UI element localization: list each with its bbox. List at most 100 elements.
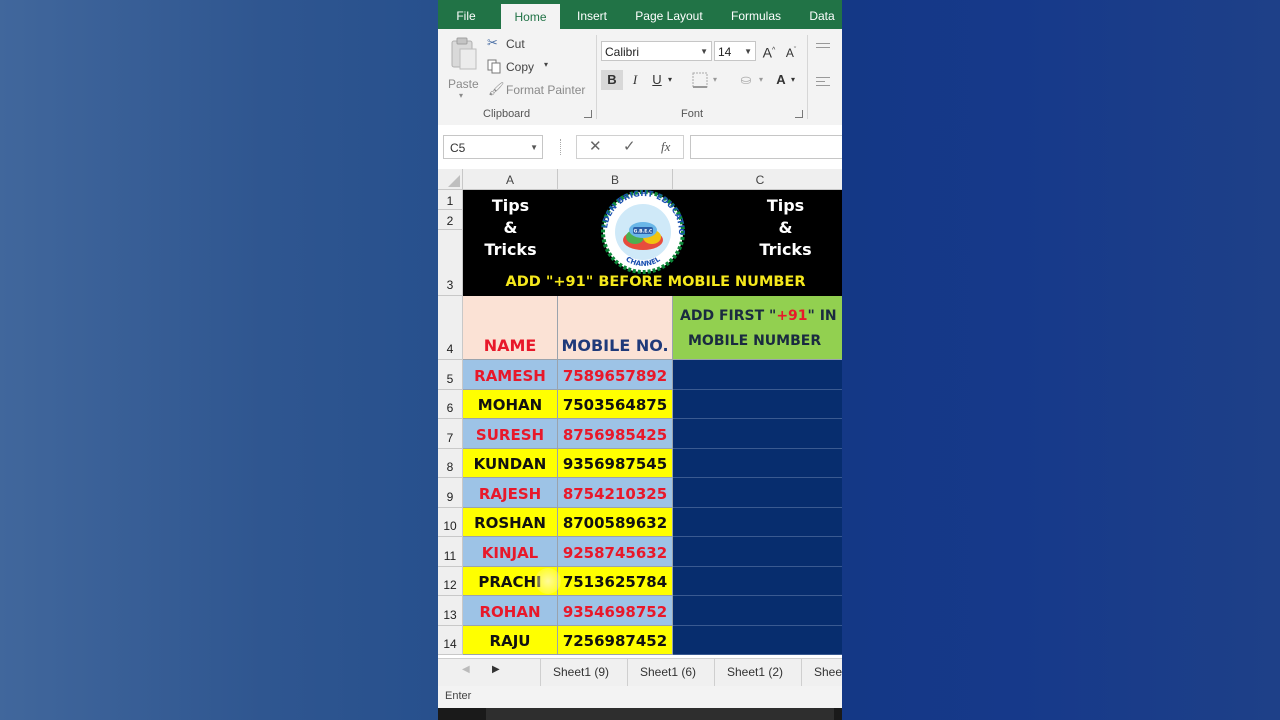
row-header[interactable]: 14 (438, 626, 463, 655)
header-add-first[interactable]: ADD FIRST "+91" IN MOBILE NUMBER (673, 296, 842, 360)
name-cell[interactable]: SURESH (463, 419, 558, 449)
tab-formulas[interactable]: Formulas (726, 0, 786, 29)
mobile-cell[interactable]: 9258745632 (558, 537, 673, 567)
underline-dropdown-icon[interactable]: ▾ (665, 70, 675, 90)
mobile-cell[interactable]: 7503564875 (558, 390, 673, 419)
format-painter-button[interactable]: 🖌 Format Painter (487, 81, 592, 99)
column-header-a[interactable]: A (463, 169, 558, 190)
result-cell[interactable] (673, 390, 842, 419)
tricks-text: Tricks (484, 240, 537, 259)
name-cell[interactable]: ROHAN (463, 596, 558, 626)
align-top-icon[interactable] (816, 43, 830, 48)
mobile-cell[interactable]: 7513625784 (558, 567, 673, 596)
mobile-cell[interactable]: 7589657892 (558, 360, 673, 390)
row-header[interactable]: 1 (438, 190, 463, 210)
header-mobile[interactable]: MOBILE NO. (558, 296, 673, 360)
worksheet-grid: A B C 1 2 3 4 5 6 7 8 9 10 11 12 13 14 Tips & Tri… (438, 169, 842, 658)
italic-button[interactable]: I (626, 70, 644, 90)
tab-home[interactable]: Home (501, 4, 560, 29)
row-header[interactable]: 6 (438, 390, 463, 419)
result-cell[interactable] (673, 508, 842, 537)
borders-button[interactable] (690, 70, 710, 90)
column-header-c[interactable]: C (673, 169, 842, 190)
column-header-b[interactable]: B (558, 169, 673, 190)
align-left-icon[interactable] (816, 77, 830, 86)
paintbrush-icon: 🖌 (488, 81, 505, 96)
row-header[interactable]: 9 (438, 478, 463, 508)
sheet-tab[interactable]: Sheet1 (6) (627, 659, 708, 686)
channel-logo: G.B.E.C GOLDEN BRIGHT EDUCATION CHANNEL (593, 190, 686, 274)
row-header[interactable]: 11 (438, 537, 463, 567)
select-all-triangle-icon (448, 175, 460, 187)
name-cell[interactable]: RAMESH (463, 360, 558, 390)
header-name[interactable]: NAME (463, 296, 558, 360)
scroll-left-icon[interactable]: ◀ (462, 664, 470, 675)
fill-color-dropdown-icon[interactable]: ▾ (756, 70, 766, 90)
paste-button[interactable]: Paste ▾ (446, 35, 480, 100)
underline-button[interactable]: U (648, 70, 666, 90)
select-all-corner[interactable] (438, 169, 463, 190)
result-cell[interactable] (673, 449, 842, 478)
formula-bar-splitter[interactable] (560, 139, 563, 155)
increase-font-size-icon[interactable]: A^ (760, 41, 778, 61)
tab-insert[interactable]: Insert (572, 0, 612, 29)
row-header[interactable]: 2 (438, 210, 463, 230)
row-header[interactable]: 12 (438, 567, 463, 596)
enter-check-icon[interactable]: ✓ (623, 137, 636, 155)
ampersand-text: & (778, 218, 793, 237)
mobile-cell[interactable]: 8754210325 (558, 478, 673, 508)
background-right (842, 0, 1280, 720)
decrease-font-size-icon[interactable]: Aˇ (782, 41, 800, 61)
sheet-tab[interactable]: Sheet1 (2) (714, 659, 795, 686)
paste-dropdown-icon: ▾ (459, 91, 464, 100)
ampersand-text: & (503, 218, 518, 237)
mobile-cell[interactable]: 8700589632 (558, 508, 673, 537)
result-cell[interactable] (673, 567, 842, 596)
result-cell[interactable] (673, 596, 842, 626)
insert-function-icon[interactable]: fx (661, 139, 670, 155)
sheet-tab[interactable]: Sheet1 (9) (540, 659, 621, 686)
mobile-cell[interactable]: 8756985425 (558, 419, 673, 449)
row-header[interactable]: 10 (438, 508, 463, 537)
copy-button[interactable]: Copy ▾ (487, 58, 557, 76)
result-cell[interactable] (673, 419, 842, 449)
scroll-right-icon[interactable]: ▶ (492, 664, 500, 675)
borders-dropdown-icon[interactable]: ▾ (710, 70, 720, 90)
tab-data[interactable]: Data (806, 0, 838, 29)
result-cell[interactable] (673, 537, 842, 567)
font-dialog-launcher-icon[interactable] (795, 110, 803, 118)
cut-button[interactable]: ✂ Cut (487, 35, 535, 53)
name-cell[interactable]: KUNDAN (463, 449, 558, 478)
mobile-cell[interactable]: 7256987452 (558, 626, 673, 655)
tab-file[interactable]: File (450, 0, 482, 29)
name-cell[interactable]: RAJU (463, 626, 558, 655)
mobile-cell[interactable]: 9354698752 (558, 596, 673, 626)
font-color-dropdown-icon[interactable]: ▾ (788, 70, 798, 90)
name-cell[interactable]: MOHAN (463, 390, 558, 419)
bold-button[interactable]: B (601, 70, 623, 90)
font-size-combo[interactable]: 14 ▼ (714, 41, 756, 61)
result-cell[interactable] (673, 626, 842, 655)
tab-page-layout[interactable]: Page Layout (632, 0, 706, 29)
cancel-icon[interactable]: ✕ (589, 137, 602, 155)
row-header[interactable]: 13 (438, 596, 463, 626)
clipboard-dialog-launcher-icon[interactable] (584, 110, 592, 118)
row-header[interactable]: 4 (438, 296, 463, 360)
font-name-combo[interactable]: Calibri ▼ (601, 41, 712, 61)
banner: Tips & Tricks Tips & Tricks G.B.E.C LDEN… (463, 190, 842, 296)
result-cell[interactable] (673, 478, 842, 508)
formula-input[interactable] (690, 135, 842, 159)
row-header[interactable]: 7 (438, 419, 463, 449)
name-cell[interactable]: KINJAL (463, 537, 558, 567)
row-header[interactable]: 8 (438, 449, 463, 478)
name-box[interactable]: C5 ▼ (443, 135, 543, 159)
mobile-cell[interactable]: 9356987545 (558, 449, 673, 478)
row-header[interactable]: 3 (438, 230, 463, 296)
chevron-down-icon: ▼ (700, 47, 708, 56)
sheet-tab[interactable]: Shee (801, 659, 842, 686)
row-header[interactable]: 5 (438, 360, 463, 390)
name-cell[interactable]: RAJESH (463, 478, 558, 508)
name-cell[interactable]: ROSHAN (463, 508, 558, 537)
active-cell-c5[interactable] (673, 360, 842, 390)
fill-color-icon[interactable]: ⛀ (736, 70, 756, 90)
